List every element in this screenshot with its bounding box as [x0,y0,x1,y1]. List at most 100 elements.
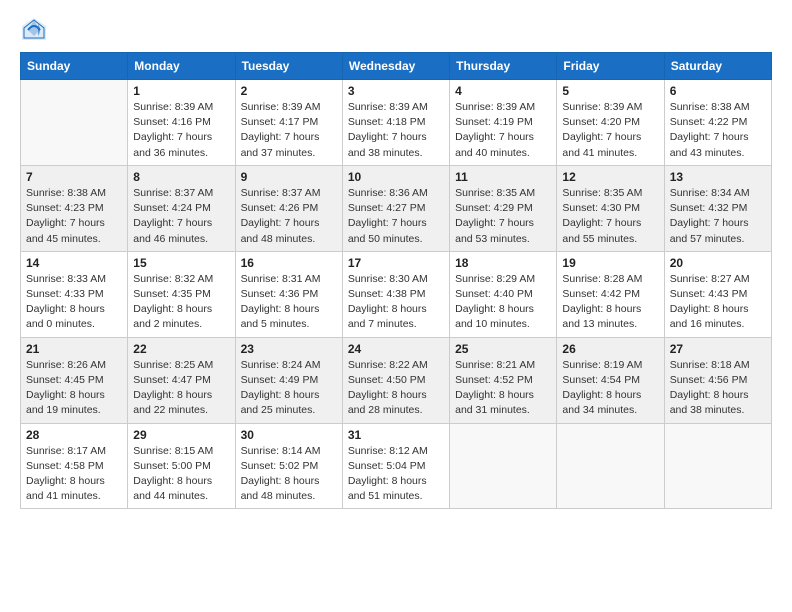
daylight-line1: Daylight: 8 hours [670,388,766,403]
calendar-cell: 23 Sunrise: 8:24 AMSunset: 4:49 PMDayligh… [235,337,342,423]
sunset-text: Sunset: 4:32 PM [670,201,766,216]
day-detail: Sunrise: 8:24 AMSunset: 4:49 PMDaylight:… [241,358,337,419]
day-detail: Sunrise: 8:19 AMSunset: 4:54 PMDaylight:… [562,358,658,419]
calendar-cell: 3 Sunrise: 8:39 AMSunset: 4:18 PMDaylight… [342,80,449,166]
daylight-line1: Daylight: 7 hours [455,216,551,231]
sunset-text: Sunset: 4:36 PM [241,287,337,302]
calendar-week-row: 1Sunrise: 8:39 AMSunset: 4:16 PMDaylight… [21,80,772,166]
sunrise-text: Sunrise: 8:27 AM [670,272,766,287]
sunrise-text: Sunrise: 8:32 AM [133,272,229,287]
calendar-cell: 25 Sunrise: 8:21 AMSunset: 4:52 PMDayligh… [450,337,557,423]
day-number: 25 [455,342,551,356]
sunrise-text: Sunrise: 8:26 AM [26,358,122,373]
daylight-line1: Daylight: 7 hours [133,130,229,145]
day-number: 6 [670,84,766,98]
daylight-line1: Daylight: 7 hours [348,216,444,231]
day-detail: Sunrise: 8:35 AMSunset: 4:30 PMDaylight:… [562,186,658,247]
day-detail: Sunrise: 8:37 AMSunset: 4:26 PMDaylight:… [241,186,337,247]
page: SundayMondayTuesdayWednesdayThursdayFrid… [0,0,792,612]
day-number: 31 [348,428,444,442]
sunset-text: Sunset: 4:27 PM [348,201,444,216]
calendar-cell: 11Sunrise: 8:35 AMSunset: 4:29 PMDayligh… [450,165,557,251]
day-number: 4 [455,84,551,98]
calendar-cell: 27 Sunrise: 8:18 AMSunset: 4:56 PMDayligh… [664,337,771,423]
day-detail: Sunrise: 8:27 AMSunset: 4:43 PMDaylight:… [670,272,766,333]
calendar-cell: 10Sunrise: 8:36 AMSunset: 4:27 PMDayligh… [342,165,449,251]
sunrise-text: Sunrise: 8:34 AM [670,186,766,201]
daylight-line2: and 45 minutes. [26,232,122,247]
sunrise-text: Sunrise: 8:36 AM [348,186,444,201]
day-detail: Sunrise: 8:39 AMSunset: 4:19 PMDaylight:… [455,100,551,161]
daylight-line2: and 31 minutes. [455,403,551,418]
day-number: 16 [241,256,337,270]
calendar-cell: 20Sunrise: 8:27 AMSunset: 4:43 PMDayligh… [664,251,771,337]
sunrise-text: Sunrise: 8:15 AM [133,444,229,459]
calendar-cell: 7Sunrise: 8:38 AMSunset: 4:23 PMDaylight… [21,165,128,251]
daylight-line1: Daylight: 7 hours [133,216,229,231]
day-detail: Sunrise: 8:32 AMSunset: 4:35 PMDaylight:… [133,272,229,333]
sunset-text: Sunset: 4:45 PM [26,373,122,388]
day-number: 26 [562,342,658,356]
daylight-line2: and 37 minutes. [241,146,337,161]
daylight-line1: Daylight: 8 hours [348,388,444,403]
day-detail: Sunrise: 8:39 AMSunset: 4:18 PMDaylight:… [348,100,444,161]
sunset-text: Sunset: 4:24 PM [133,201,229,216]
sunset-text: Sunset: 4:49 PM [241,373,337,388]
day-number: 27 [670,342,766,356]
day-detail: Sunrise: 8:12 AMSunset: 5:04 PMDaylight:… [348,444,444,505]
daylight-line1: Daylight: 8 hours [26,302,122,317]
daylight-line2: and 46 minutes. [133,232,229,247]
daylight-line1: Daylight: 8 hours [241,388,337,403]
sunset-text: Sunset: 4:18 PM [348,115,444,130]
day-detail: Sunrise: 8:18 AMSunset: 4:56 PMDaylight:… [670,358,766,419]
daylight-line2: and 10 minutes. [455,317,551,332]
sunrise-text: Sunrise: 8:35 AM [562,186,658,201]
sunset-text: Sunset: 5:04 PM [348,459,444,474]
daylight-line1: Daylight: 8 hours [241,474,337,489]
daylight-line1: Daylight: 8 hours [455,302,551,317]
weekday-header-thursday: Thursday [450,53,557,80]
calendar-cell [664,423,771,509]
day-detail: Sunrise: 8:39 AMSunset: 4:20 PMDaylight:… [562,100,658,161]
daylight-line1: Daylight: 7 hours [241,130,337,145]
daylight-line1: Daylight: 8 hours [26,388,122,403]
sunrise-text: Sunrise: 8:17 AM [26,444,122,459]
daylight-line2: and 50 minutes. [348,232,444,247]
sunset-text: Sunset: 4:38 PM [348,287,444,302]
daylight-line1: Daylight: 8 hours [562,302,658,317]
sunrise-text: Sunrise: 8:33 AM [26,272,122,287]
daylight-line1: Daylight: 7 hours [348,130,444,145]
day-number: 29 [133,428,229,442]
calendar-cell: 9Sunrise: 8:37 AMSunset: 4:26 PMDaylight… [235,165,342,251]
day-number: 19 [562,256,658,270]
day-number: 3 [348,84,444,98]
sunset-text: Sunset: 4:50 PM [348,373,444,388]
sunset-text: Sunset: 4:58 PM [26,459,122,474]
day-detail: Sunrise: 8:21 AMSunset: 4:52 PMDaylight:… [455,358,551,419]
sunset-text: Sunset: 4:42 PM [562,287,658,302]
sunset-text: Sunset: 5:00 PM [133,459,229,474]
daylight-line1: Daylight: 8 hours [241,302,337,317]
daylight-line2: and 40 minutes. [455,146,551,161]
day-detail: Sunrise: 8:36 AMSunset: 4:27 PMDaylight:… [348,186,444,247]
daylight-line1: Daylight: 8 hours [348,302,444,317]
daylight-line2: and 28 minutes. [348,403,444,418]
weekday-header-monday: Monday [128,53,235,80]
daylight-line2: and 5 minutes. [241,317,337,332]
calendar-cell: 21Sunrise: 8:26 AMSunset: 4:45 PMDayligh… [21,337,128,423]
sunset-text: Sunset: 4:54 PM [562,373,658,388]
daylight-line2: and 48 minutes. [241,489,337,504]
calendar-cell: 13Sunrise: 8:34 AMSunset: 4:32 PMDayligh… [664,165,771,251]
day-number: 8 [133,170,229,184]
sunrise-text: Sunrise: 8:24 AM [241,358,337,373]
daylight-line1: Daylight: 7 hours [455,130,551,145]
day-number: 23 [241,342,337,356]
day-detail: Sunrise: 8:26 AMSunset: 4:45 PMDaylight:… [26,358,122,419]
sunset-text: Sunset: 4:40 PM [455,287,551,302]
sunset-text: Sunset: 5:02 PM [241,459,337,474]
calendar-cell [557,423,664,509]
day-detail: Sunrise: 8:38 AMSunset: 4:22 PMDaylight:… [670,100,766,161]
daylight-line1: Daylight: 7 hours [562,216,658,231]
calendar-cell: 31 Sunrise: 8:12 AMSunset: 5:04 PMDayligh… [342,423,449,509]
daylight-line2: and 16 minutes. [670,317,766,332]
